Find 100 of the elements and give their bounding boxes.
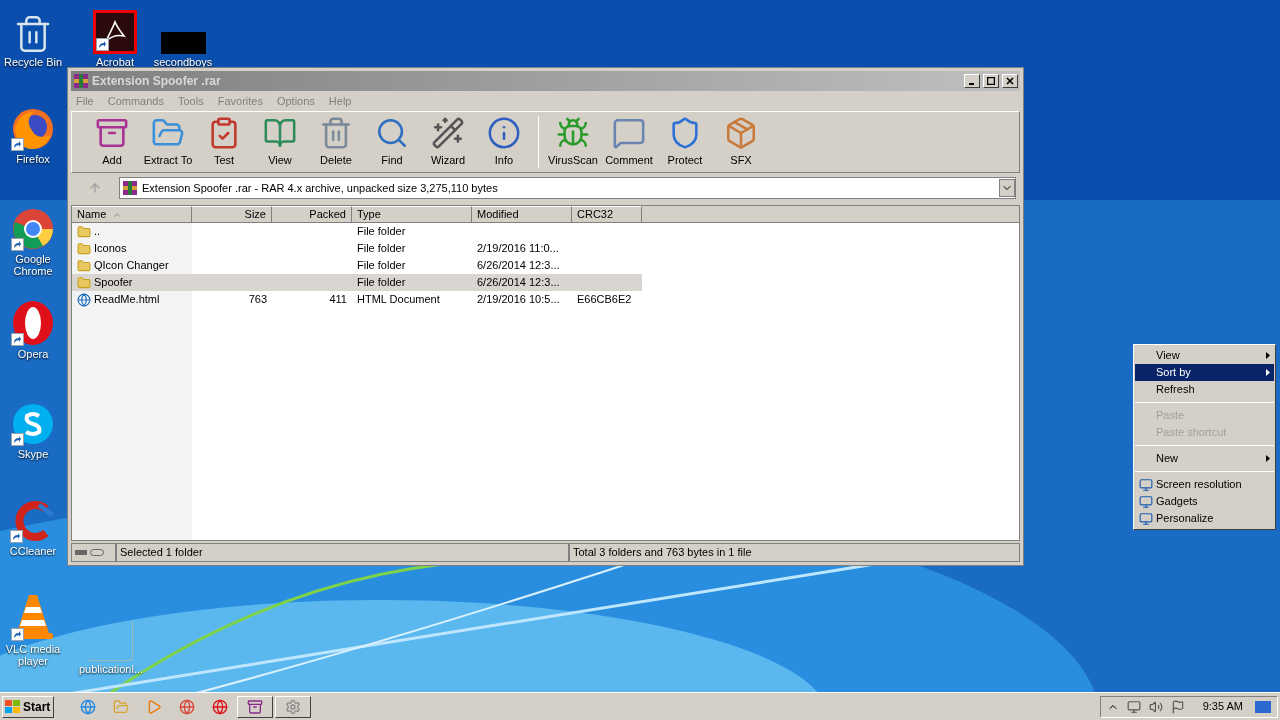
table-cell-text: E66CB6E2	[576, 292, 633, 308]
status-left: Selected 1 folder	[116, 543, 569, 562]
folder-icon	[112, 698, 129, 715]
table-cell-text: 6/26/2014 12:3...	[476, 258, 561, 274]
file-row[interactable]: Spoofer File folder 6/26/2014 12:3...	[72, 274, 642, 291]
file-name: ReadMe.html	[72, 291, 192, 308]
folder-icon	[77, 241, 91, 256]
shortcut-arrow-icon	[11, 138, 24, 151]
table-cell-text: 2/19/2016 11:0...	[476, 241, 560, 257]
column-header[interactable]: Packed	[272, 206, 352, 223]
window-title: Extension Spoofer .rar	[92, 73, 221, 90]
toolbar-button[interactable]: Find	[364, 115, 420, 169]
address-field[interactable]: Extension Spoofer .rar - RAR 4.x archive, unpacked size 3,275,110 bytes	[119, 177, 1016, 199]
table-cell-text: File folder	[356, 258, 407, 274]
folder-icon	[77, 258, 91, 273]
maximize-button[interactable]	[983, 74, 999, 88]
minimize-button[interactable]	[964, 74, 980, 88]
toolbar-button[interactable]: Test	[196, 115, 252, 169]
archive-icon	[247, 698, 263, 715]
dropdown-button[interactable]	[999, 179, 1015, 197]
folder-icon	[77, 275, 91, 290]
show-desktop-button[interactable]	[1255, 700, 1271, 713]
taskbar-app-button[interactable]	[237, 695, 273, 718]
toolbar-button[interactable]: VirusScan	[545, 115, 601, 169]
menu-item[interactable]: Gadgets	[1135, 493, 1274, 510]
file-row[interactable]: ReadMe.html 763 411 HTML Document 2/19/2016 10:5... E66CB6E2	[72, 291, 642, 308]
submenu-arrow-icon	[1266, 455, 1270, 462]
shortcut-arrow-icon	[11, 433, 24, 446]
toolbar-button[interactable]: Info	[476, 115, 532, 169]
monitor-icon	[1139, 477, 1153, 492]
file-row[interactable]: QIcon Changer File folder 6/26/2014 12:3...	[72, 257, 642, 274]
table-cell-text: File folder	[356, 224, 407, 240]
column-header[interactable]: Size	[192, 206, 272, 223]
firefox-icon	[11, 107, 55, 151]
file-row[interactable]: Iconos File folder 2/19/2016 11:0...	[72, 240, 642, 257]
file-name: Iconos	[72, 240, 192, 257]
redacted-icon	[160, 32, 206, 54]
acrobat-logo-icon	[105, 21, 125, 42]
globe-icon	[79, 698, 96, 715]
bug-icon	[556, 115, 590, 150]
maximize-icon	[987, 77, 995, 85]
table-cell-text: 411	[328, 292, 348, 308]
menu-item[interactable]: New	[1135, 450, 1274, 467]
toolbar-button[interactable]: Delete	[308, 115, 364, 169]
desktop-shortcut[interactable]: Opera	[0, 300, 66, 360]
file-name: QIcon Changer	[72, 257, 192, 274]
submenu-arrow-icon	[1266, 352, 1270, 359]
web-page-icon	[77, 292, 91, 307]
archive-app-icon	[73, 73, 89, 89]
shortcut-arrow-icon	[11, 333, 24, 346]
flag-icon[interactable]	[1170, 699, 1185, 714]
menu-item[interactable]: Personalize	[1135, 510, 1274, 527]
toolbar-button[interactable]: View	[252, 115, 308, 169]
column-header[interactable]: Type	[352, 206, 472, 223]
shortcut-arrow-icon	[11, 238, 24, 251]
menu-item[interactable]: Refresh	[1135, 381, 1274, 398]
address-text: Extension Spoofer .rar - RAR 4.x archive, unpacked size 3,275,110 bytes	[142, 180, 499, 196]
network-icon[interactable]	[1126, 699, 1141, 714]
start-button[interactable]: Start	[2, 695, 54, 718]
wand-icon	[431, 115, 465, 150]
column-header[interactable]: Modified	[472, 206, 572, 223]
desktop-shortcut[interactable]: Recycle Bin	[0, 8, 66, 68]
toolbar-button[interactable]: Wizard	[420, 115, 476, 169]
desktop-shortcut[interactable]: Acrobat	[82, 8, 148, 68]
taskbar-app-button[interactable]	[275, 695, 311, 718]
desktop-shortcut[interactable]: Skype	[0, 400, 66, 460]
toolbar-button[interactable]: Protect	[657, 115, 713, 169]
desktop-shortcut[interactable]: Firefox	[0, 105, 66, 165]
monitor-icon	[1139, 494, 1153, 509]
opera-icon	[11, 300, 55, 346]
skype-icon	[11, 402, 55, 446]
chrome-icon	[11, 207, 55, 251]
monitor-icon	[1139, 511, 1153, 526]
toolbar-button[interactable]: Comment	[601, 115, 657, 169]
toolbar-button[interactable]: Add	[84, 115, 140, 169]
up-arrow-icon	[88, 181, 102, 195]
shortcut-arrow-icon	[10, 530, 23, 543]
table-cell-text: File folder	[356, 275, 407, 291]
toolbar-button[interactable]: SFX	[713, 115, 769, 169]
column-header[interactable]: CRC32	[572, 206, 642, 223]
windows-logo-icon	[5, 699, 21, 714]
desktop-shortcut[interactable]: Google Chrome	[0, 205, 66, 277]
menu-item[interactable]: Screen resolution	[1135, 476, 1274, 493]
trash-icon	[319, 115, 353, 150]
table-cell-text: HTML Document	[356, 292, 441, 308]
shortcut-arrow-icon	[96, 38, 109, 51]
table-cell-text: 2/19/2016 10:5...	[476, 292, 561, 308]
shortcut-arrow-icon	[11, 628, 24, 641]
table-cell-text: 763	[247, 292, 268, 308]
close-button[interactable]	[1002, 74, 1018, 88]
column-header[interactable]: Name	[72, 206, 192, 223]
desktop-shortcut[interactable]: secondboys	[150, 8, 216, 68]
menu-item[interactable]: Sort by	[1135, 364, 1274, 381]
menu-item[interactable]: View	[1135, 347, 1274, 364]
info-icon	[487, 115, 521, 150]
globe-icon	[211, 698, 228, 715]
close-icon	[1006, 77, 1014, 85]
file-row[interactable]: .. File folder	[72, 223, 642, 240]
toolbar-button[interactable]: Extract To	[140, 115, 196, 169]
speaker-icon[interactable]	[1148, 699, 1163, 714]
